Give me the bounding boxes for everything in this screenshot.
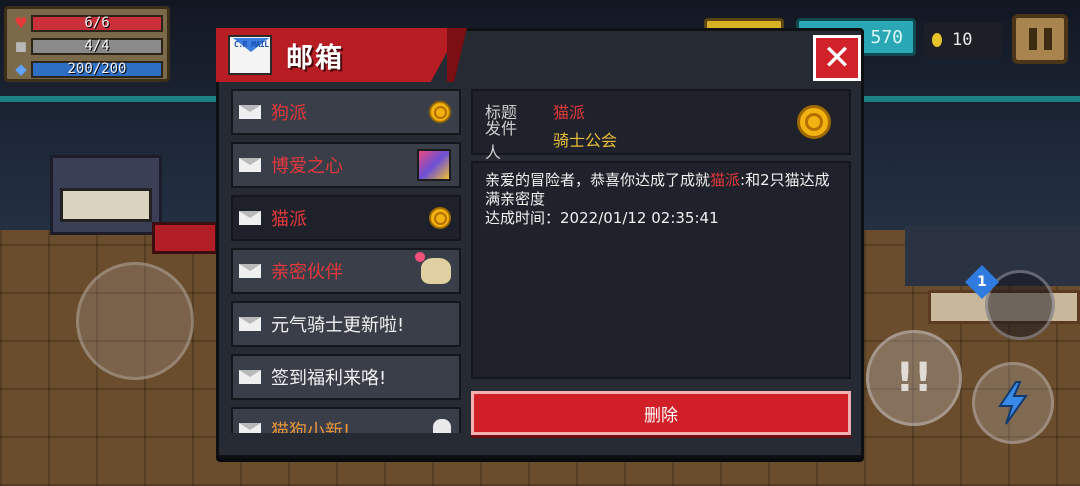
player-stats-panel: ♥ 6/6 ◼ 4/4 ◆ 200/200 bbox=[4, 6, 170, 82]
neon-light-right bbox=[860, 96, 1080, 102]
energy-value: 200/200 bbox=[67, 61, 127, 77]
achievement-time: 达成时间：2022/01/12 02:35:41 bbox=[485, 209, 719, 227]
mail-logo-icon: C.R MAIL bbox=[228, 35, 272, 75]
delete-button[interactable]: 删除 bbox=[471, 391, 851, 435]
envelope-icon bbox=[239, 264, 261, 278]
armor-row: ◼ 4/4 bbox=[11, 35, 163, 57]
mail-item-caring-heart[interactable]: 博爱之心 bbox=[231, 142, 461, 188]
header-accent bbox=[447, 28, 467, 82]
sender-value: 骑士公会 bbox=[553, 131, 618, 150]
mail-item-label: 狗派 bbox=[271, 103, 307, 124]
skill-icon: !! bbox=[895, 355, 933, 401]
shield-icon: ◼ bbox=[14, 37, 28, 55]
envelope-icon bbox=[239, 105, 261, 119]
hp-value: 6/6 bbox=[84, 15, 110, 31]
armor-bar: 4/4 bbox=[31, 37, 163, 55]
achievement-name: 猫派 bbox=[710, 171, 741, 189]
energy-bar: 200/200 bbox=[31, 60, 163, 78]
mail-item-update-notice[interactable]: 元气骑士更新啦! bbox=[231, 301, 461, 347]
energy-row: ◆ 200/200 bbox=[11, 58, 163, 80]
bolt-icon bbox=[998, 381, 1028, 425]
envelope-icon bbox=[239, 158, 261, 172]
mail-message: 亲爱的冒险者，恭喜你达成了成就猫派:和2只猫达成满亲密度 bbox=[485, 171, 830, 208]
mailbox-title: 邮箱 bbox=[286, 42, 344, 74]
sender-label: 发件人 bbox=[485, 119, 518, 162]
mail-item-label: 亲密伙伴 bbox=[271, 262, 343, 283]
subject-value: 猫派 bbox=[553, 103, 586, 122]
mail-item-label: 签到福利来咯! bbox=[271, 368, 387, 389]
coin-counter: 10 bbox=[924, 22, 1002, 58]
envelope-icon bbox=[239, 423, 261, 433]
close-button[interactable]: ✕ bbox=[813, 35, 861, 81]
pet-icon bbox=[415, 252, 451, 284]
mail-item-label: 元气骑士更新啦! bbox=[271, 315, 405, 336]
coin-icon bbox=[429, 101, 451, 123]
skill-button[interactable]: !! bbox=[866, 330, 962, 426]
mail-item-checkin-bonus[interactable]: 签到福利来咯! bbox=[231, 354, 461, 400]
sender-row: 发件人 骑士公会 bbox=[485, 119, 837, 162]
armor-value: 4/4 bbox=[84, 38, 110, 54]
energy-icon: ◆ bbox=[15, 60, 27, 78]
mail-body: 亲爱的冒险者，恭喜你达成了成就猫派:和2只猫达成满亲密度 达成时间：2022/0… bbox=[471, 161, 851, 379]
mailbox-header: C.R MAIL 邮箱 bbox=[216, 28, 460, 82]
envelope-icon bbox=[239, 317, 261, 331]
close-icon: ✕ bbox=[822, 38, 852, 78]
coin-icon bbox=[429, 207, 451, 229]
pause-button[interactable] bbox=[1012, 14, 1068, 64]
subject-row: 标题 猫派 bbox=[485, 97, 837, 125]
movement-joystick[interactable] bbox=[76, 262, 194, 380]
mail-list[interactable]: 狗派 博爱之心 猫派 亲密伙伴 元气骑士更新啦! 签到福利来咯! 猫狗小新! bbox=[231, 89, 461, 433]
mail-item-label: 猫派 bbox=[271, 209, 307, 230]
mail-item-partial[interactable]: 猫狗小新! bbox=[231, 407, 461, 433]
mail-item-label: 猫狗小新! bbox=[271, 421, 351, 433]
envelope-icon bbox=[239, 370, 261, 384]
reward-coin-icon[interactable] bbox=[797, 105, 831, 139]
mail-item-dog-faction[interactable]: 狗派 bbox=[231, 89, 461, 135]
hp-bar: 6/6 bbox=[31, 14, 163, 32]
mailbox-dialog: C.R MAIL 邮箱 ✕ 狗派 博爱之心 猫派 亲密伙伴 元气骑士更新啦! 签… bbox=[216, 28, 864, 458]
ghost-icon bbox=[433, 419, 451, 433]
neon-light-left bbox=[0, 96, 230, 102]
pause-icon bbox=[1028, 28, 1037, 50]
mail-detail-header: 标题 猫派 发件人 骑士公会 bbox=[471, 89, 851, 162]
mail-item-cat-faction[interactable]: 猫派 bbox=[231, 195, 461, 241]
coin-icon bbox=[932, 33, 942, 47]
mail-item-label: 博爱之心 bbox=[271, 156, 343, 177]
shop-sign bbox=[60, 188, 152, 222]
envelope-icon bbox=[239, 211, 261, 225]
picture-icon bbox=[417, 149, 451, 181]
coin-value: 10 bbox=[952, 30, 973, 50]
heart-icon: ♥ bbox=[14, 14, 28, 32]
red-table bbox=[152, 222, 218, 254]
gem-value: 570 bbox=[870, 26, 903, 48]
hp-row: ♥ 6/6 bbox=[11, 12, 163, 34]
attack-button[interactable] bbox=[972, 362, 1054, 444]
mail-item-close-partner[interactable]: 亲密伙伴 bbox=[231, 248, 461, 294]
